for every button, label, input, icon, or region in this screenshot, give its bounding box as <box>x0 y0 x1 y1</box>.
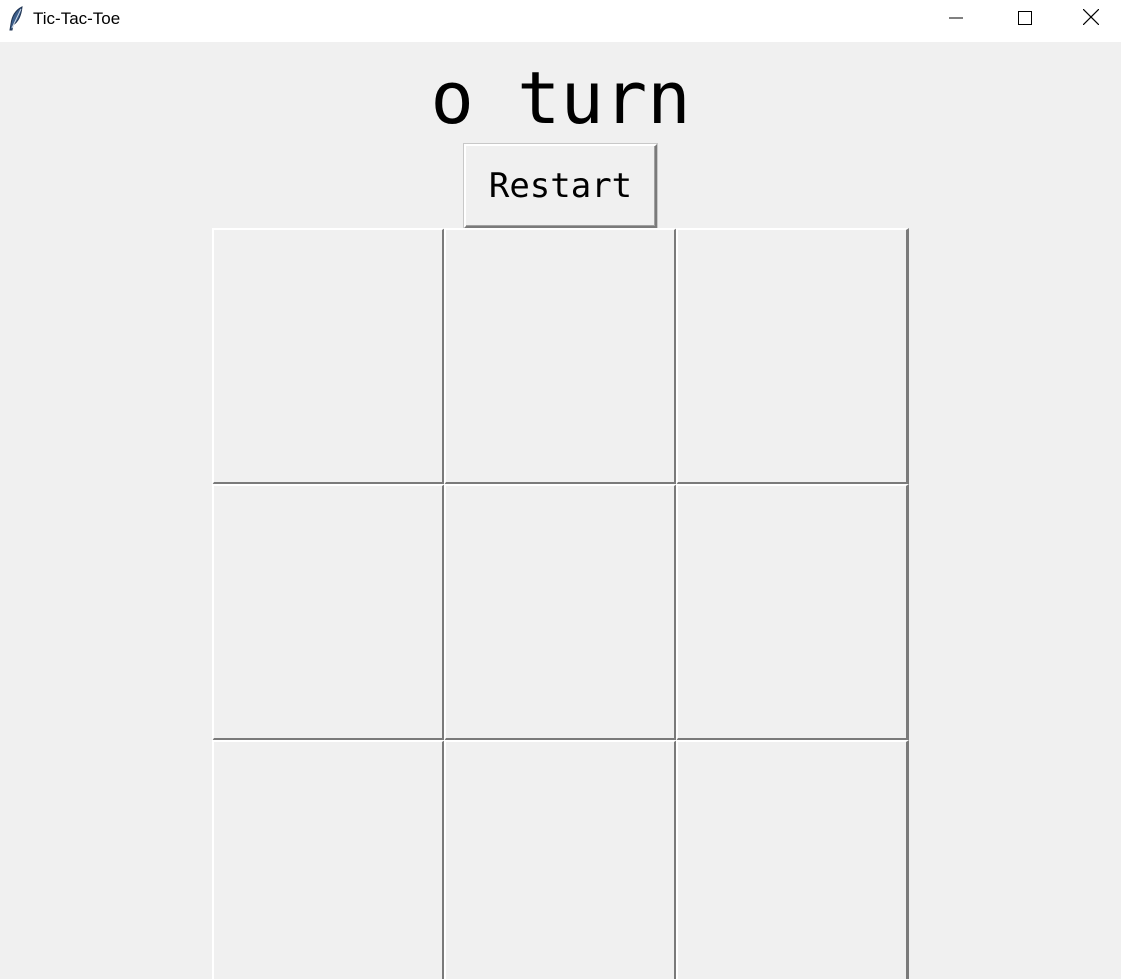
board-cell-1-1[interactable] <box>444 484 677 741</box>
feather-icon <box>7 6 25 32</box>
maximize-button[interactable] <box>990 0 1060 38</box>
board-cell-0-1[interactable] <box>444 228 677 485</box>
minimize-icon <box>949 10 963 29</box>
turn-status-label: o turn <box>430 56 691 140</box>
title-bar[interactable]: Tic-Tac-Toe <box>0 0 1121 42</box>
minimize-button[interactable] <box>921 0 991 38</box>
game-board <box>212 228 910 979</box>
board-cell-2-1[interactable] <box>444 740 677 979</box>
board-cell-1-2[interactable] <box>676 484 909 741</box>
close-icon <box>1082 8 1099 29</box>
maximize-icon <box>1018 10 1032 29</box>
board-cell-0-2[interactable] <box>676 228 909 485</box>
board-cell-0-0[interactable] <box>212 228 445 485</box>
board-cell-1-0[interactable] <box>212 484 445 741</box>
restart-button[interactable]: Restart <box>464 144 657 228</box>
board-cell-2-0[interactable] <box>212 740 445 979</box>
close-button[interactable] <box>1060 0 1121 38</box>
board-cell-2-2[interactable] <box>676 740 909 979</box>
window-title: Tic-Tac-Toe <box>33 9 121 28</box>
app-window: Tic-Tac-Toe o turn Restart <box>0 0 1121 979</box>
